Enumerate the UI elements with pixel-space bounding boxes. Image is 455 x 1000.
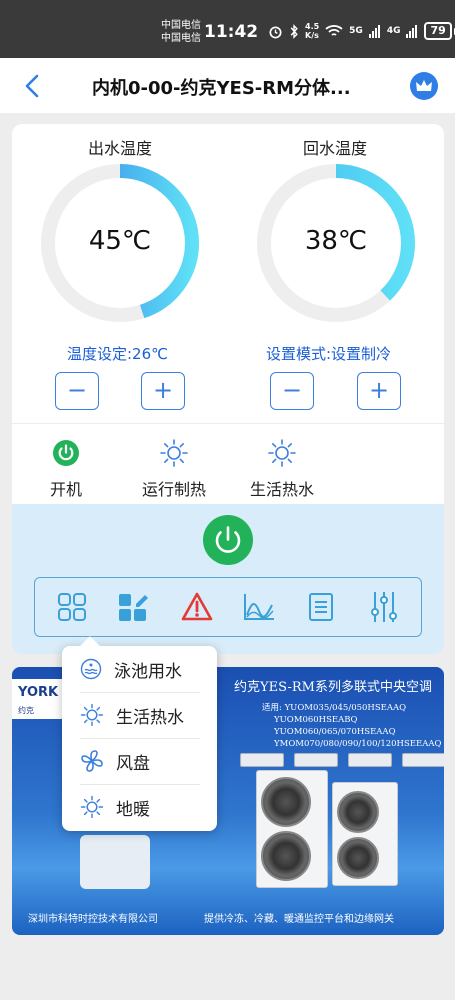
sun-icon: [268, 439, 296, 467]
function-toolbar: [34, 577, 422, 637]
grid-menu-button[interactable]: [54, 589, 90, 625]
status-bar: 中国电信 中国电信 11:42 4.5 K/s 5G 4G 79: [0, 0, 455, 58]
model-line: YUOM060HSEABQ: [274, 715, 358, 725]
device-control-card: 出水温度 45℃ 回水温度 38℃ 温度设定:26℃ 设置模式:设置制冷 − +…: [12, 124, 444, 654]
wifi-icon: [325, 25, 343, 36]
temperature-setting-label: 温度设定:26℃: [67, 345, 168, 363]
sun-icon: [80, 703, 104, 727]
mode-setting-label: 设置模式:设置制冷: [266, 345, 392, 363]
status-icons: 4.5 K/s 5G 4G 79: [268, 22, 455, 40]
list-button[interactable]: [303, 589, 339, 625]
temperature-increase-button[interactable]: +: [141, 372, 185, 410]
nav-bar: 内机0-00-约克YES-RM分体...: [0, 58, 455, 113]
cassette-unit-image: [348, 753, 392, 767]
status-power-label: 开机: [49, 480, 82, 499]
bluetooth-icon: [290, 23, 298, 39]
list-icon: [309, 593, 334, 621]
popup-item-domestic-hot-water[interactable]: 生活热水: [62, 692, 217, 738]
pool-icon: [80, 658, 102, 680]
cassette-unit-image: [402, 753, 444, 767]
chart-icon: [244, 594, 275, 620]
popup-item-label: 生活热水: [116, 707, 184, 728]
banner-models: 适用: YUOM035/045/050HSEAAQ YUOM060HSEABQ …: [262, 702, 442, 750]
power-icon: [215, 526, 241, 553]
clock: 11:42: [204, 22, 259, 42]
fan-image: [261, 831, 311, 881]
carrier-2: 中国电信: [161, 33, 201, 44]
power-button[interactable]: [203, 515, 253, 565]
fan-image: [261, 777, 311, 827]
signal-bars-icon: [368, 24, 380, 38]
battery-indicator: 79: [424, 22, 452, 40]
fan-image: [337, 791, 379, 833]
page-title: 内机0-00-约克YES-RM分体...: [92, 78, 351, 99]
popup-item-pool-water[interactable]: 泳池用水: [62, 646, 217, 692]
banner-title: 约克YES-RM系列多联式中央空调: [234, 680, 432, 695]
fan-image: [337, 837, 379, 879]
popup-item-floor-heating[interactable]: 地暖: [62, 784, 217, 830]
york-logo-sub: 约克: [18, 706, 34, 715]
alarm-clock-icon: [269, 25, 282, 38]
alarm-icon: [181, 592, 213, 621]
cassette-unit-image: [240, 753, 284, 767]
carrier-1: 中国电信: [161, 20, 201, 31]
york-logo-text: YORK: [18, 685, 59, 700]
cassette-unit-image: [294, 753, 338, 767]
mode-menu-button[interactable]: [116, 589, 152, 625]
status-domestic-hot-water: 生活热水: [246, 438, 318, 500]
divider: [12, 423, 444, 424]
sun-icon: [160, 439, 188, 467]
net-speed: 4.5 K/s: [305, 22, 320, 40]
mode-increase-button[interactable]: +: [357, 372, 401, 410]
status-power-on: 开机: [46, 438, 86, 500]
grid-icon: [58, 593, 87, 621]
back-arrow-icon[interactable]: [20, 71, 46, 101]
mode-popup-menu: 泳池用水 生活热水 风盘 地暖: [62, 636, 217, 831]
outdoor-unit-image: [256, 770, 328, 888]
mode-decrease-button[interactable]: −: [270, 372, 314, 410]
chart-button[interactable]: [241, 589, 277, 625]
outlet-temp-value: 45℃: [88, 226, 152, 256]
carrier-info: 中国电信 中国电信: [161, 19, 201, 45]
popup-item-label: 风盘: [116, 753, 150, 774]
settings-button[interactable]: [366, 589, 402, 625]
crown-icon[interactable]: [410, 72, 438, 100]
return-temp-title: 回水温度: [303, 139, 368, 158]
outlet-temp-title: 出水温度: [88, 139, 153, 158]
gateway-device-image: [80, 835, 150, 889]
temperature-decrease-button[interactable]: −: [55, 372, 99, 410]
signal-5g: 5G: [349, 26, 363, 36]
sliders-icon: [370, 592, 397, 622]
banner-slogan: 提供冷冻、冷藏、暖通监控平台和边缘网关: [204, 914, 394, 925]
signal-bars-icon: [406, 24, 418, 38]
status-hot-water-label: 生活热水: [249, 480, 314, 499]
status-run-heating-label: 运行制热: [141, 480, 206, 499]
model-line: YUOM060/065/070HSEAAQ: [274, 727, 396, 737]
return-temp-value: 38℃: [304, 226, 368, 256]
edit-grid-icon: [119, 594, 149, 621]
popup-item-fan-coil[interactable]: 风盘: [62, 738, 217, 784]
control-zone: [12, 504, 444, 654]
model-line: 适用: YUOM035/045/050HSEAAQ: [262, 703, 407, 713]
outdoor-unit-image: [332, 782, 398, 886]
popup-item-label: 泳池用水: [114, 661, 182, 682]
status-run-heating: 运行制热: [138, 438, 210, 500]
popup-item-label: 地暖: [116, 799, 150, 820]
power-icon: [53, 440, 79, 466]
sun-icon: [80, 795, 104, 819]
signal-4g: 4G: [386, 26, 401, 36]
banner-company: 深圳市科特时控技术有限公司: [28, 914, 158, 925]
alarm-button[interactable]: [179, 589, 215, 625]
model-line: YMOM070/080/090/100/120HSEEAAQ: [274, 739, 442, 749]
fan-icon: [81, 750, 103, 772]
